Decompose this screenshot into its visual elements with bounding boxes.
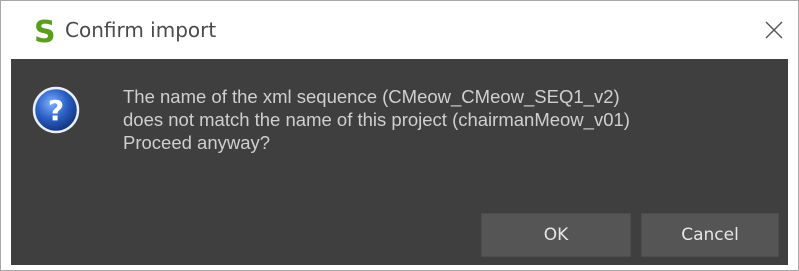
window-title: Confirm import [65,18,217,42]
ok-button[interactable]: OK [481,213,631,257]
dialog-body: ? The name of the xml sequence (CMeow_CM… [11,59,788,265]
question-icon: ? [32,86,80,134]
title-bar[interactable]: S Confirm import [1,1,798,59]
message-line: Proceed anyway? [123,132,271,153]
cancel-button[interactable]: Cancel [641,213,779,257]
message-line: does not match the name of this project … [123,109,630,130]
s-logo-icon: S [34,15,56,50]
close-icon[interactable] [761,17,787,43]
svg-text:S: S [34,15,56,45]
svg-text:?: ? [48,94,64,127]
message-line: The name of the xml sequence (CMeow_CMeo… [123,86,620,107]
dialog-message: The name of the xml sequence (CMeow_CMeo… [123,85,783,154]
confirm-import-dialog: S Confirm import ? The name of the xml s… [0,0,799,271]
